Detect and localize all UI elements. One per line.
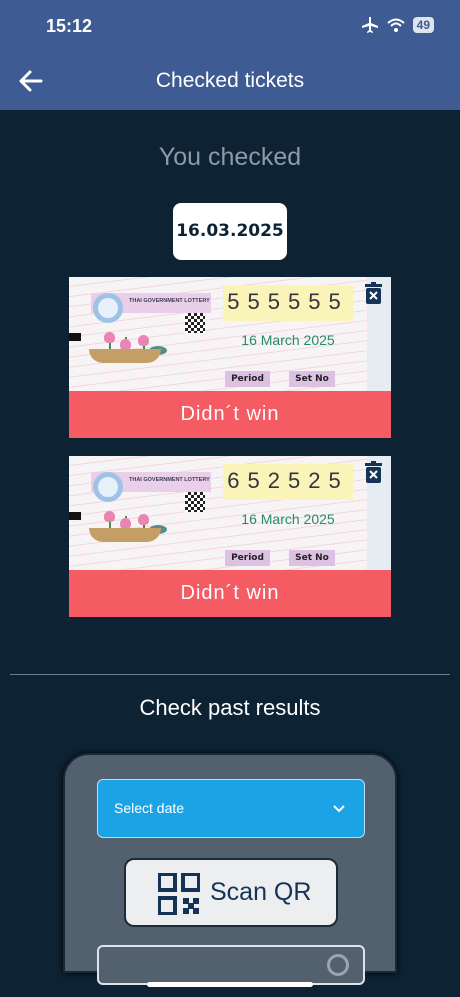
scan-qr-button[interactable]: Scan QR (124, 858, 338, 927)
wifi-icon (386, 18, 405, 32)
ticket-notch (69, 333, 81, 341)
lotus-flower-icon (138, 514, 149, 525)
result-banner: Didn´t win (69, 391, 391, 438)
scan-qr-label: Scan QR (210, 878, 312, 906)
search-icon (327, 954, 349, 976)
chevron-down-icon (333, 805, 345, 813)
section-divider (10, 674, 450, 675)
status-time: 15:12 (46, 16, 93, 36)
ticket-notch (69, 512, 81, 520)
delete-ticket-icon[interactable] (365, 282, 382, 304)
status-bar: 15:12 49 (0, 0, 460, 52)
airplane-icon (361, 17, 378, 33)
result-banner: Didn´t win (69, 570, 391, 617)
battery-indicator: 49 (412, 17, 434, 33)
ticket-draw-date: 16 March 2025 (241, 332, 335, 348)
lottery-ticket: THAI GOVERNMENT LOTTERY 652525 16 March … (69, 456, 391, 570)
ticket-card: THAI GOVERNMENT LOTTERY 652525 16 March … (69, 456, 391, 617)
set-no-label: Set No (289, 371, 335, 387)
page-title: Checked tickets (155, 69, 305, 92)
ticket-qr-icon (185, 492, 205, 512)
ticket-number: 652525 (227, 468, 349, 493)
checked-date: 16.03.2025 (173, 203, 287, 260)
home-indicator (147, 982, 313, 987)
date-select[interactable]: Select date (97, 779, 365, 838)
app-header: Checked tickets (0, 52, 460, 110)
period-label: Period (225, 371, 270, 387)
period-label: Period (225, 550, 270, 566)
secondary-input[interactable] (97, 945, 365, 985)
ticket-qr-icon (185, 313, 205, 333)
ticket-draw-date: 16 March 2025 (241, 511, 335, 527)
boat-illustration (89, 349, 161, 363)
boat-illustration (89, 528, 161, 542)
ticket-card: THAI GOVERNMENT LOTTERY 555555 16 March … (69, 277, 391, 438)
ticket-number: 555555 (227, 289, 349, 314)
ticket-org-label: THAI GOVERNMENT LOTTERY (129, 298, 210, 304)
delete-ticket-icon[interactable] (365, 461, 382, 483)
set-no-label: Set No (289, 550, 335, 566)
past-results-heading: Check past results (139, 695, 321, 720)
date-select-placeholder: Select date (114, 800, 185, 816)
status-icons: 49 (361, 17, 434, 33)
lottery-seal-icon (93, 293, 123, 323)
qr-code-icon (158, 873, 200, 915)
lotus-flower-icon (104, 332, 115, 343)
you-checked-heading: You checked (158, 143, 302, 171)
lottery-ticket: THAI GOVERNMENT LOTTERY 555555 16 March … (69, 277, 391, 391)
lottery-seal-icon (93, 472, 123, 502)
lotus-flower-icon (138, 335, 149, 346)
ticket-org-label: THAI GOVERNMENT LOTTERY (129, 477, 210, 483)
past-results-panel: Select date Scan QR (63, 753, 397, 985)
lotus-flower-icon (104, 511, 115, 522)
